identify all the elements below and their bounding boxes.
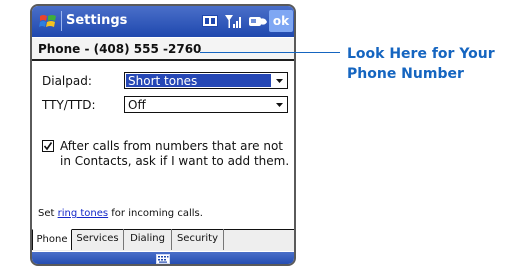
status-icons — [202, 13, 268, 29]
app-title: Settings — [66, 13, 128, 28]
callout-line-1: Look Here for Your — [347, 46, 495, 62]
title-bar: Settings ok — [32, 6, 294, 37]
tab-dialing[interactable]: Dialing — [124, 229, 172, 250]
dialpad-label: Dialpad: — [42, 74, 92, 88]
bottom-menu-bar — [32, 252, 294, 264]
pda-screen: Settings ok Phone - (408) 555 -2760 Dial… — [30, 4, 296, 266]
dropdown-arrow-icon[interactable] — [272, 97, 287, 112]
checkmark-icon — [43, 142, 53, 151]
dropdown-arrow-icon[interactable] — [272, 73, 287, 88]
title-separator — [61, 11, 62, 31]
tab-phone[interactable]: Phone — [32, 229, 72, 250]
dialpad-select-value: Short tones — [128, 74, 198, 88]
windows-start-icon[interactable] — [38, 12, 58, 32]
ring-tones-note: Set ring tones for incoming calls. — [38, 208, 203, 219]
callout-annotation: Look Here for Your Phone Number — [347, 44, 519, 84]
dialpad-select[interactable]: Short tones — [124, 72, 288, 89]
phone-number-header: Phone - (408) 555 -2760 — [32, 38, 294, 61]
signal-icon[interactable] — [224, 13, 242, 29]
tab-services[interactable]: Services — [72, 229, 124, 250]
ring-tones-link[interactable]: ring tones — [58, 208, 109, 219]
tty-select-value: Off — [128, 98, 146, 112]
input-mode-icon[interactable] — [202, 14, 218, 28]
tty-label: TTY/TTD: — [42, 98, 96, 112]
ring-tones-prefix: Set — [38, 208, 58, 219]
add-to-contacts-checkbox[interactable] — [42, 140, 54, 152]
add-to-contacts-text: After calls from numbers that are not in… — [60, 139, 290, 168]
connectivity-icon[interactable] — [248, 13, 268, 29]
ring-tones-suffix: for incoming calls. — [108, 208, 203, 219]
phone-number: Phone - (408) 555 -2760 — [38, 42, 202, 56]
tty-select[interactable]: Off — [124, 96, 288, 113]
tab-strip: Phone Services Dialing Security — [32, 229, 294, 251]
tab-security[interactable]: Security — [172, 229, 224, 250]
ok-button[interactable]: ok — [269, 10, 293, 32]
keyboard-icon[interactable] — [156, 254, 170, 264]
callout-line — [200, 52, 340, 53]
callout-line-2: Phone Number — [347, 66, 464, 82]
